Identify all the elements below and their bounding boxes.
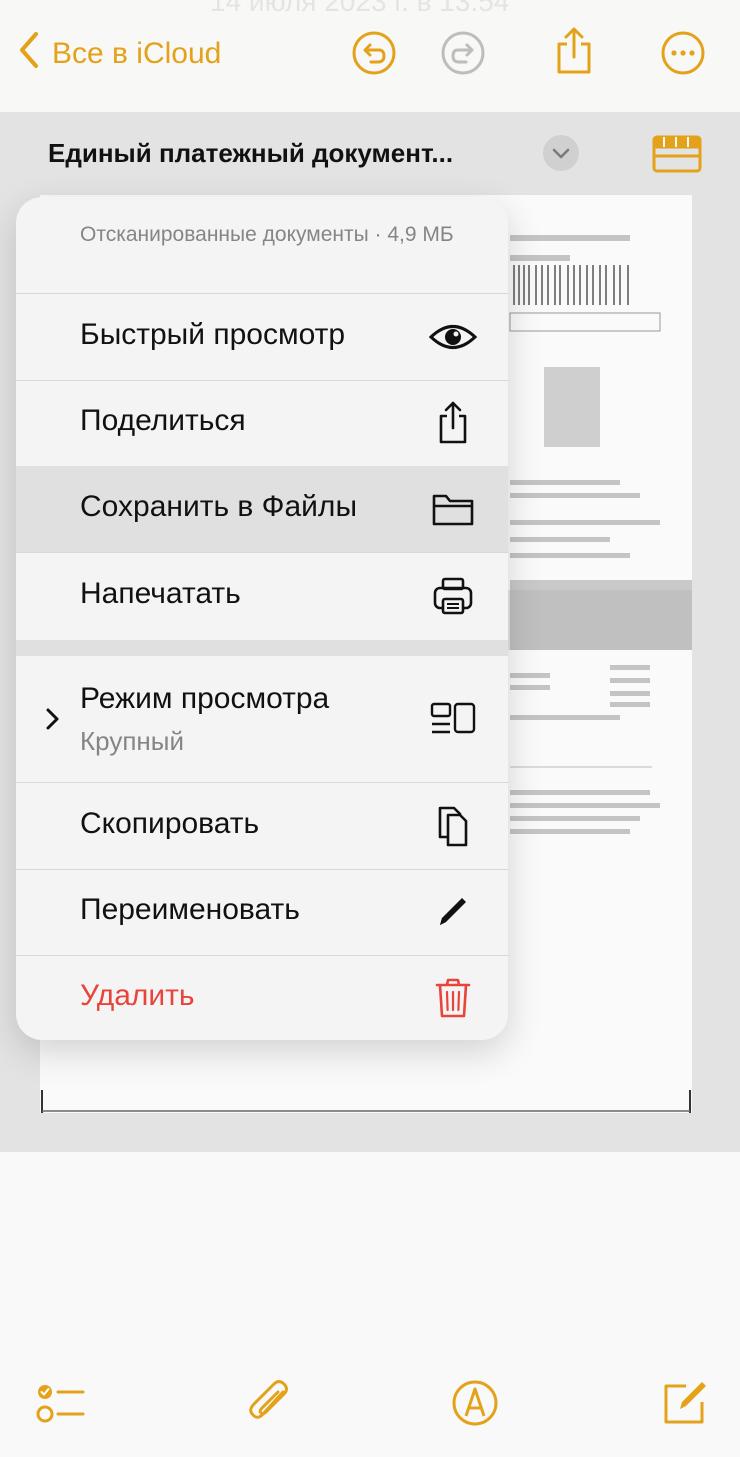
menu-item-label: Напечатать [80,577,241,610]
menu-item-view-mode[interactable]: Режим просмотра Крупный [16,656,508,783]
menu-header-text: Отсканированные документы · 4,9 МБ [80,223,454,246]
menu-item-label: Сохранить в Файлы [80,490,358,523]
attachment-context-menu: Отсканированные документы · 4,9 МБ Быстр… [16,197,508,1040]
redo-icon[interactable] [440,30,486,76]
menu-item-delete[interactable]: Удалить [16,955,508,1040]
menu-separator [16,640,508,656]
undo-icon[interactable] [351,30,397,76]
markup-icon[interactable] [450,1378,500,1428]
note-date: 14 июля 2023 г. в 13:54 [210,0,510,17]
folder-icon [428,486,478,532]
copy-icon [428,803,478,849]
menu-item-label: Переименовать [80,893,300,926]
pencil-icon [428,889,478,935]
back-label: Все в iCloud [52,37,222,70]
compose-icon[interactable] [660,1378,710,1428]
more-icon[interactable] [660,30,706,76]
menu-item-copy[interactable]: Скопировать [16,783,508,870]
printer-icon [428,573,478,619]
share-icon [428,400,478,446]
share-icon[interactable] [551,26,597,74]
menu-item-rename[interactable]: Переименовать [16,869,508,956]
paperclip-icon[interactable] [245,1378,295,1428]
menu-item-quick-look[interactable]: Быстрый просмотр [16,294,508,381]
menu-item-label: Быстрый просмотр [80,318,346,351]
menu-item-share[interactable]: Поделиться [16,380,508,467]
attachment-view-icon[interactable] [652,135,702,173]
chevron-right-icon [42,706,64,732]
bottom-toolbar [0,1152,740,1457]
menu-item-label: Удалить [80,979,195,1012]
menu-item-label: Поделиться [80,404,246,437]
menu-item-save-to-files[interactable]: Сохранить в Файлы [16,466,508,553]
back-button[interactable]: Все в iCloud [16,30,221,78]
eye-icon [428,314,478,360]
document-title[interactable]: Единый платежный документ... [48,138,453,169]
view-mode-label: Режим просмотра [80,682,330,715]
menu-item-label: Скопировать [80,807,260,840]
view-mode-icon [428,696,478,742]
menu-header: Отсканированные документы · 4,9 МБ [16,197,508,294]
chevron-down-icon[interactable] [543,135,579,171]
chevron-left-icon [16,30,42,78]
trash-icon [428,975,478,1021]
view-mode-value: Крупный [80,726,184,756]
menu-item-print[interactable]: Напечатать [16,553,508,639]
checklist-icon[interactable] [35,1378,85,1428]
